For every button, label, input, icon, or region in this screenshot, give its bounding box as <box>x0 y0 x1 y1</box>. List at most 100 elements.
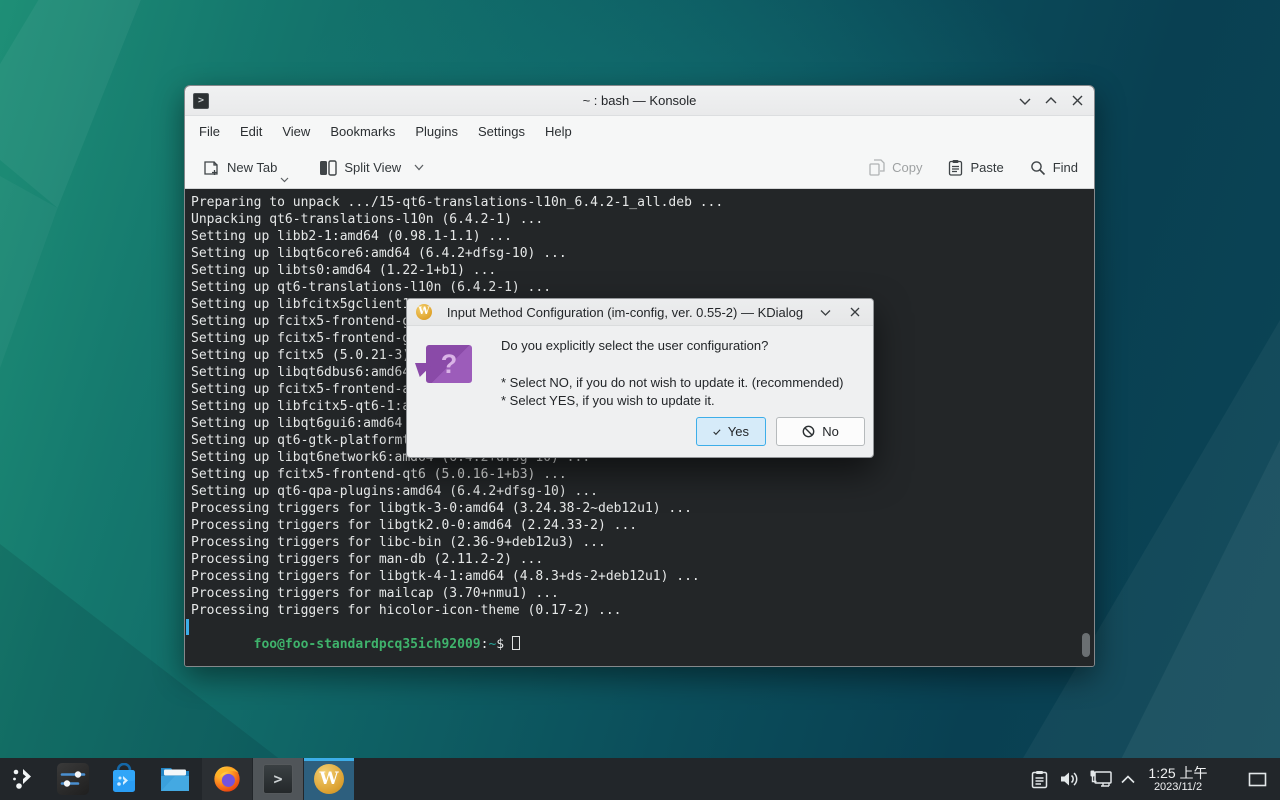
terminal-line: Unpacking qt6-translations-l10n (6.4.2-1… <box>191 211 1094 228</box>
copy-button[interactable]: Copy <box>869 159 922 176</box>
dialog-question: Do you explicitly select the user config… <box>501 338 768 353</box>
discover-icon <box>108 763 140 795</box>
konsole-icon: > <box>263 764 293 794</box>
maximize-button[interactable] <box>1042 92 1060 110</box>
kdialog-window: W Input Method Configuration (im-config,… <box>406 298 874 458</box>
dialog-option-line: * Select YES, if you wish to update it. <box>501 392 844 410</box>
app-launcher-icon <box>10 765 38 793</box>
system-settings-button[interactable] <box>52 758 94 800</box>
file-manager-button[interactable] <box>154 758 196 800</box>
yes-label: Yes <box>728 424 749 439</box>
network-icon <box>1089 769 1113 789</box>
tray-expander-button[interactable] <box>1116 758 1140 800</box>
new-tab-label: New Tab <box>227 160 277 175</box>
paste-button[interactable]: Paste <box>948 159 1003 176</box>
prompt-marker <box>186 619 189 635</box>
digital-clock[interactable]: 1:25 上午 2023/11/2 <box>1138 758 1218 800</box>
terminal-cursor <box>512 636 520 650</box>
question-icon: ? <box>426 345 472 383</box>
menu-item[interactable]: Settings <box>468 119 535 144</box>
no-label: No <box>822 424 839 439</box>
clipboard-icon <box>1031 770 1048 789</box>
new-tab-button[interactable]: New Tab <box>203 159 277 176</box>
terminal-line: Processing triggers for man-db (2.11.2-2… <box>191 551 1094 568</box>
menu-item[interactable]: Help <box>535 119 582 144</box>
system-settings-icon <box>57 763 89 795</box>
copy-icon <box>869 159 885 176</box>
chevron-up-icon <box>1121 775 1135 784</box>
app-launcher-button[interactable] <box>4 758 44 800</box>
menu-item[interactable]: File <box>189 119 230 144</box>
find-icon <box>1030 160 1046 176</box>
split-view-dropdown-icon <box>414 164 424 171</box>
copy-label: Copy <box>892 160 922 175</box>
dialog-title: Input Method Configuration (im-config, v… <box>437 305 813 320</box>
close-button[interactable] <box>1068 92 1086 110</box>
terminal-line: Setting up libqt6core6:amd64 (6.4.2+dfsg… <box>191 245 1094 262</box>
minimize-button[interactable] <box>1016 92 1034 110</box>
paste-icon <box>948 159 963 176</box>
taskbar-kdialog-button[interactable]: W <box>304 758 354 800</box>
terminal-scrollbar[interactable] <box>1082 633 1090 657</box>
terminal-prompt: foo@foo-standardpcq35ich92009:~$ <box>191 619 1094 636</box>
terminal-line: Setting up qt6-qpa-plugins:amd64 (6.4.2+… <box>191 483 1094 500</box>
prompt-symbol: $ <box>496 637 504 652</box>
find-label: Find <box>1053 160 1078 175</box>
konsole-app-icon: > <box>193 93 209 109</box>
menu-item[interactable]: Bookmarks <box>320 119 405 144</box>
desktop: > ~ : bash — Konsole FileEditViewBookmar… <box>0 0 1280 800</box>
terminal-line: Processing triggers for libgtk-4-1:amd64… <box>191 568 1094 585</box>
find-button[interactable]: Find <box>1030 160 1078 176</box>
yes-button[interactable]: Yes <box>696 417 766 446</box>
dialog-option-line: * Select NO, if you do not wish to updat… <box>501 374 844 392</box>
dialog-minimize-button[interactable] <box>816 303 834 321</box>
split-view-icon <box>319 160 337 176</box>
clock-date: 2023/11/2 <box>1154 781 1202 794</box>
network-tray-button[interactable] <box>1086 758 1116 800</box>
menu-item[interactable]: Edit <box>230 119 272 144</box>
new-tab-icon <box>203 159 220 176</box>
split-view-button[interactable]: Split View <box>319 160 424 176</box>
terminal-line: Setting up libb2-1:amd64 (0.98.1-1.1) ..… <box>191 228 1094 245</box>
paste-label: Paste <box>970 160 1003 175</box>
terminal-line: Processing triggers for libgtk2.0-0:amd6… <box>191 517 1094 534</box>
terminal-line: Setting up fcitx5-frontend-qt6 (5.0.16-1… <box>191 466 1094 483</box>
dialog-body: ? Do you explicitly select the user conf… <box>407 326 873 458</box>
menu-item[interactable]: Plugins <box>405 119 468 144</box>
terminal-line: Preparing to unpack .../15-qt6-translati… <box>191 194 1094 211</box>
im-config-icon: W <box>416 304 432 320</box>
no-button[interactable]: No <box>776 417 865 446</box>
new-tab-dropdown-icon <box>280 177 289 183</box>
menubar: FileEditViewBookmarksPluginsSettingsHelp <box>185 116 1094 147</box>
terminal-line: Processing triggers for hicolor-icon-the… <box>191 602 1094 619</box>
dialog-titlebar[interactable]: W Input Method Configuration (im-config,… <box>407 299 873 326</box>
taskbar: > W <box>0 758 1280 800</box>
kdialog-icon: W <box>314 764 344 794</box>
volume-tray-button[interactable] <box>1056 758 1082 800</box>
discover-button[interactable] <box>103 758 145 800</box>
menu-item[interactable]: View <box>272 119 320 144</box>
show-desktop-button[interactable] <box>1240 758 1274 800</box>
clipboard-tray-button[interactable] <box>1026 758 1052 800</box>
firefox-icon <box>212 764 242 794</box>
terminal-line: Processing triggers for libc-bin (2.36-9… <box>191 534 1094 551</box>
dialog-options: * Select NO, if you do not wish to updat… <box>501 374 844 410</box>
check-icon <box>713 427 721 437</box>
terminal-line: Processing triggers for libgtk-3-0:amd64… <box>191 500 1094 517</box>
split-view-label: Split View <box>344 160 401 175</box>
window-titlebar[interactable]: > ~ : bash — Konsole <box>185 86 1094 116</box>
taskbar-konsole-button[interactable]: > <box>253 758 303 800</box>
window-title: ~ : bash — Konsole <box>185 93 1094 108</box>
taskbar-firefox-button[interactable] <box>202 758 252 800</box>
dialog-close-button[interactable] <box>846 303 864 321</box>
show-desktop-icon <box>1248 772 1267 787</box>
terminal-line: Processing triggers for mailcap (3.70+nm… <box>191 585 1094 602</box>
speaker-icon <box>1059 770 1079 788</box>
terminal-line: Setting up qt6-translations-l10n (6.4.2-… <box>191 279 1094 296</box>
terminal-line: Setting up libts0:amd64 (1.22-1+b1) ... <box>191 262 1094 279</box>
cancel-icon <box>802 425 815 438</box>
folder-icon <box>159 764 191 794</box>
prompt-user: foo@foo-standardpcq35ich92009 <box>254 637 481 652</box>
toolbar: New Tab Split View <box>185 147 1094 189</box>
clock-time: 1:25 上午 <box>1148 765 1207 781</box>
